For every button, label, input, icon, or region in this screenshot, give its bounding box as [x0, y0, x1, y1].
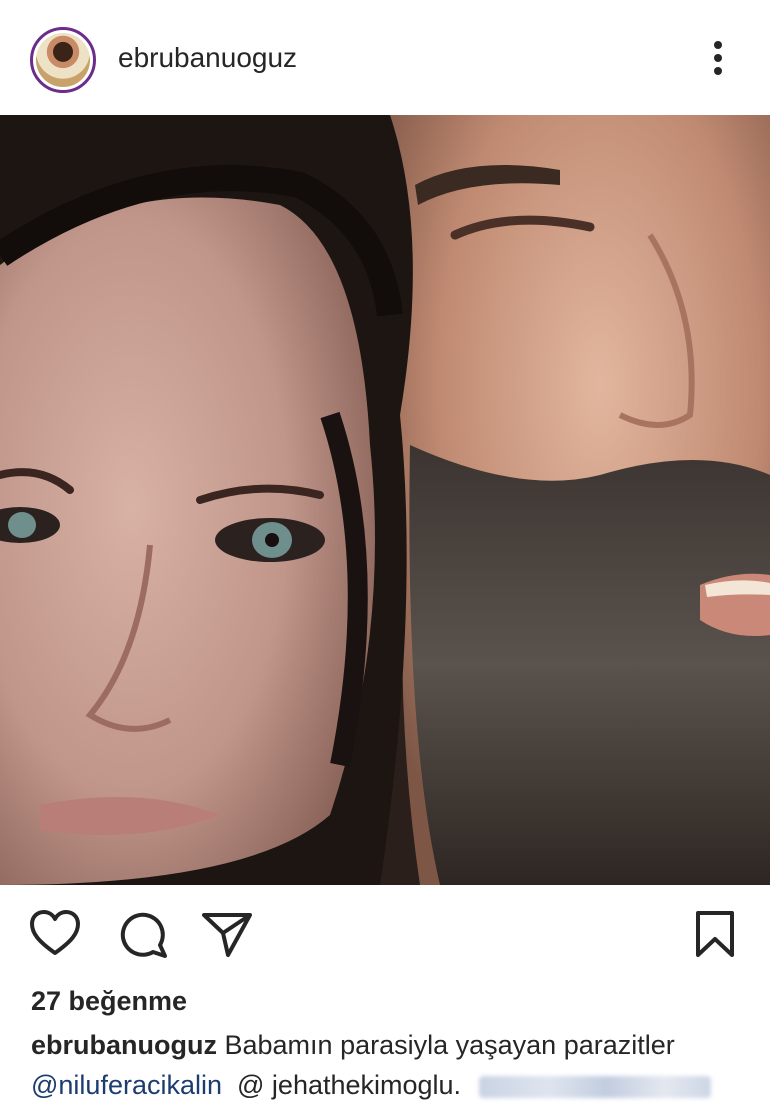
- post-actions: [0, 885, 770, 980]
- post-photo[interactable]: [0, 115, 770, 885]
- mention-niluferacikalin[interactable]: @niluferacikalin: [31, 1070, 222, 1100]
- avatar[interactable]: [30, 27, 96, 93]
- caption-tags: @niluferacikalin @ jehathekimoglu.: [31, 1070, 711, 1101]
- more-options-icon[interactable]: [700, 38, 736, 82]
- caption-username[interactable]: ebrubanuoguz: [31, 1030, 217, 1060]
- like-count[interactable]: 27 beğenme: [31, 986, 187, 1017]
- post-caption: ebrubanuoguz Babamın parasiyla yaşayan p…: [31, 1030, 675, 1061]
- paper-plane-icon[interactable]: [200, 907, 254, 961]
- avatar-image: [36, 33, 90, 87]
- blurred-text: [478, 1075, 711, 1098]
- caption-text: Babamın parasiyla yaşayan parazitler: [224, 1030, 675, 1060]
- mention-jehathekimoglu[interactable]: @ jehathekimoglu.: [237, 1070, 461, 1100]
- post-header: ebrubanuoguz: [0, 0, 770, 115]
- bookmark-icon[interactable]: [688, 907, 742, 961]
- post-username[interactable]: ebrubanuoguz: [118, 42, 297, 74]
- comment-bubble-icon[interactable]: [116, 907, 170, 961]
- heart-icon[interactable]: [28, 907, 82, 961]
